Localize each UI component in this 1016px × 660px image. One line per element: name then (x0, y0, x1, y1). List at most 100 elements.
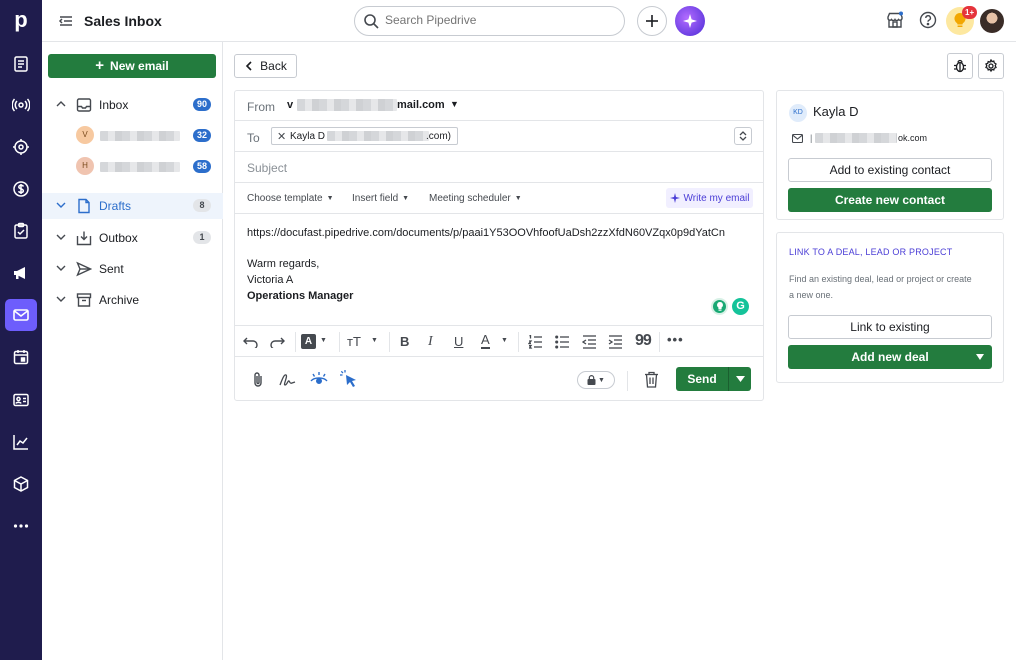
send-options-button[interactable] (728, 367, 751, 391)
more-formatting-icon[interactable]: ••• (667, 332, 684, 347)
outdent-icon[interactable] (582, 335, 597, 349)
chevron-down-icon[interactable] (56, 232, 66, 242)
bullet-list-icon[interactable] (555, 335, 570, 349)
scheduler-label: Meeting scheduler (429, 193, 511, 204)
folder-archive[interactable]: Archive (42, 287, 223, 313)
box-icon[interactable] (5, 468, 37, 500)
folder-drafts[interactable]: Drafts 8 (42, 193, 223, 219)
redacted-contact-email (815, 133, 897, 143)
recipient-chip[interactable]: ✕ Kayla D .com) (271, 127, 458, 145)
global-search[interactable] (354, 6, 625, 36)
privacy-dropdown[interactable]: ▼ (577, 371, 615, 389)
paperclip-icon[interactable] (251, 371, 265, 388)
remove-recipient-icon[interactable]: ✕ (277, 130, 286, 143)
mail-sidebar: + New email Inbox 90 V 32 H 58 Drafts 8 … (42, 42, 223, 660)
subject-row[interactable]: Subject (235, 152, 763, 183)
back-label: Back (260, 59, 287, 73)
link-deal-card: LINK TO A DEAL, LEAD OR PROJECT Find an … (776, 232, 1004, 383)
calendar-icon[interactable] (5, 341, 37, 373)
back-button[interactable]: Back (234, 54, 297, 78)
user-avatar[interactable] (980, 9, 1004, 33)
contacts-icon[interactable] (5, 384, 37, 416)
outbox-icon (76, 231, 92, 246)
folder-label: Sent (99, 262, 124, 276)
settings-button[interactable] (978, 53, 1004, 79)
search-icon (364, 14, 379, 29)
folder-sent[interactable]: Sent (42, 256, 223, 282)
to-label: To (247, 131, 260, 145)
from-select[interactable]: v mail.com ▼ (287, 99, 467, 115)
chevron-left-icon (246, 61, 252, 71)
add-new-deal-button[interactable]: Add new deal (788, 345, 992, 369)
chevron-down-icon[interactable] (56, 200, 66, 210)
redacted-account-name (100, 131, 180, 141)
mail-icon[interactable] (5, 299, 37, 331)
app-nav-rail: p (0, 0, 42, 660)
more-icon[interactable] (5, 510, 37, 542)
chart-icon[interactable] (5, 426, 37, 458)
redo-icon[interactable] (269, 336, 285, 348)
expand-recipients-button[interactable] (734, 127, 752, 145)
bug-report-button[interactable] (947, 53, 973, 79)
chevron-down-icon[interactable] (56, 263, 66, 273)
text-style-dropdown[interactable]: A ▼ (301, 334, 331, 350)
toolbar-separator (295, 332, 296, 352)
add-to-existing-contact-button[interactable]: Add to existing contact (788, 158, 992, 182)
underline-icon[interactable]: U (454, 334, 463, 349)
quick-add-button[interactable] (637, 6, 667, 36)
account-item-2[interactable]: H 58 (42, 154, 223, 180)
ai-assistant-button[interactable] (675, 6, 705, 36)
chevron-up-icon[interactable] (56, 99, 66, 109)
grammarly-icon[interactable]: G (732, 298, 749, 315)
bold-icon[interactable]: B (400, 334, 409, 349)
caret-down-icon: ▼ (514, 195, 522, 202)
tasks-icon[interactable] (5, 215, 37, 247)
tracking-eye-icon[interactable] (309, 371, 329, 387)
choose-template-dropdown[interactable]: Choose template ▼ (247, 193, 334, 204)
folder-inbox[interactable]: Inbox 90 (42, 92, 223, 118)
target-icon[interactable] (5, 131, 37, 163)
sparkle-icon (669, 193, 680, 203)
insert-field-dropdown[interactable]: Insert field ▼ (352, 193, 409, 204)
caret-down-icon: ▼ (450, 99, 459, 109)
click-tracking-icon[interactable] (339, 369, 359, 389)
link-to-existing-button[interactable]: Link to existing (788, 315, 992, 339)
plus-icon (646, 15, 658, 27)
trash-icon[interactable] (644, 371, 659, 388)
envelope-icon (792, 134, 803, 143)
marketplace-icon[interactable] (886, 11, 904, 29)
signature-icon[interactable] (279, 373, 297, 387)
folder-outbox[interactable]: Outbox 1 (42, 225, 223, 251)
caret-down-icon[interactable] (976, 354, 984, 360)
pipedrive-logo[interactable]: p (0, 0, 42, 42)
drafts-count-badge: 8 (193, 199, 211, 212)
quote-icon[interactable]: 99 (635, 332, 652, 350)
numbered-list-icon[interactable] (528, 335, 543, 349)
meeting-scheduler-dropdown[interactable]: Meeting scheduler ▼ (429, 193, 522, 204)
help-icon[interactable] (919, 11, 937, 29)
grammar-assist-icon[interactable] (711, 298, 728, 315)
subject-input[interactable]: Subject (247, 161, 287, 175)
leads-icon[interactable] (5, 48, 37, 80)
chevron-down-icon[interactable] (56, 294, 66, 304)
folder-label: Archive (99, 293, 140, 307)
font-size-dropdown[interactable]: тТ ▼ (347, 334, 379, 350)
megaphone-icon[interactable] (5, 257, 37, 289)
indent-icon[interactable] (608, 335, 623, 349)
contact-name: Kayla D (813, 104, 859, 119)
search-input[interactable] (385, 13, 605, 27)
create-new-contact-button[interactable]: Create new contact (788, 188, 992, 212)
dollar-icon[interactable] (5, 173, 37, 205)
contact-avatar: KD (789, 104, 807, 122)
undo-icon[interactable] (243, 336, 259, 348)
radar-icon[interactable] (5, 89, 37, 121)
send-button[interactable]: Send (676, 367, 728, 391)
new-email-button[interactable]: + New email (48, 54, 216, 78)
template-label: Choose template (247, 193, 323, 204)
text-color-dropdown[interactable]: A ▼ (481, 333, 511, 351)
account-item-1[interactable]: V 32 (42, 123, 223, 149)
collapse-menu-icon[interactable] (58, 13, 74, 29)
write-my-email-button[interactable]: Write my email (666, 188, 753, 208)
italic-icon[interactable]: I (428, 334, 433, 350)
top-bar: Sales Inbox 1+ (42, 0, 1016, 42)
